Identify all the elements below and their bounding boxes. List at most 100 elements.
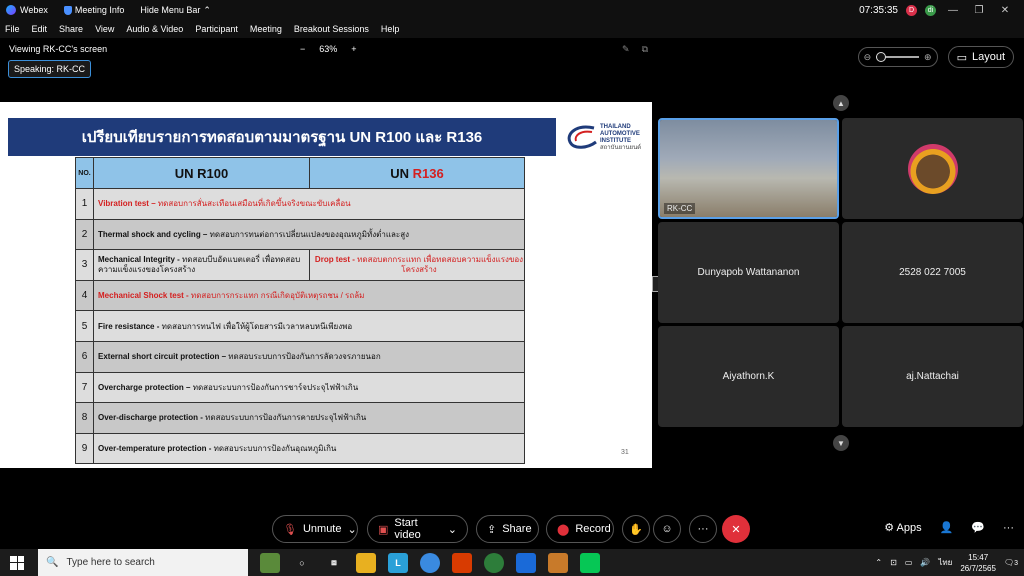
menu-bar: File Edit Share View Audio & Video Parti… — [0, 20, 1024, 38]
cortana-icon[interactable]: ○ — [292, 553, 312, 573]
chrome-icon[interactable] — [420, 552, 440, 573]
menu-share[interactable]: Share — [59, 24, 83, 34]
reactions-button[interactable]: ☺ — [653, 515, 681, 543]
speaking-indicator: Speaking: RK-CC — [8, 60, 92, 78]
menu-meeting[interactable]: Meeting — [250, 24, 282, 34]
mic-off-icon: 🎙 — [283, 523, 297, 536]
notification-icon[interactable]: 🗨3 — [1004, 558, 1018, 567]
tai-logo-text: THAILAND AUTOMOTIVE INSTITUTE สถาบันยานย… — [600, 124, 642, 151]
meeting-info-label: Meeting Info — [74, 5, 125, 15]
record-icon: ⬤ — [557, 523, 570, 536]
col-r100: UN R100 — [93, 157, 310, 189]
volume-icon[interactable]: 🔊 — [920, 558, 930, 567]
menu-participant[interactable]: Participant — [195, 24, 238, 34]
share-label: Share — [502, 523, 532, 535]
slider-knob[interactable] — [876, 52, 887, 62]
apps-button[interactable]: ⚙ Apps — [884, 521, 921, 534]
table-row: 3 Mechanical Integrity - ทดสอบบีบอัดแบตเ… — [75, 249, 525, 281]
taskbar-clock[interactable]: 15:47 26/7/2565 — [960, 552, 996, 574]
unmute-button[interactable]: 🎙 Unmute ⌄ — [272, 515, 358, 543]
menu-file[interactable]: File — [5, 24, 20, 34]
more-icon[interactable]: ··· — [1003, 522, 1014, 534]
minimize-icon[interactable]: — — [944, 5, 962, 16]
line-icon[interactable] — [580, 552, 600, 573]
avatar[interactable]: di — [925, 4, 936, 16]
video-tile[interactable] — [842, 118, 1023, 219]
titlebar-right: 07:35:35 D di — ❐ ✕ — [859, 0, 1024, 20]
start-icon[interactable] — [10, 555, 24, 570]
zoom-out-button[interactable]: − — [300, 44, 305, 54]
share-view-bar: Viewing RK-CC's screen − 63% + ✎ ⧉ — [0, 40, 656, 58]
comparison-table: NO. UN R100 UN R136 1 Vibration test – ท… — [75, 157, 525, 465]
menu-breakout[interactable]: Breakout Sessions — [294, 24, 369, 34]
meeting-timer: 07:35:35 — [859, 4, 898, 16]
record-button[interactable]: ⬤ Record — [546, 515, 614, 543]
app-icon[interactable] — [548, 552, 568, 573]
video-tile[interactable]: 2528 022 7005 — [842, 222, 1023, 323]
lightshot-icon[interactable]: L — [388, 552, 408, 573]
start-video-button[interactable]: ▣ Start video ⌄ — [367, 515, 468, 543]
tile-size-slider[interactable]: ⊖ ⊕ — [857, 47, 938, 67]
tile-name: Dunyapob Wattananon — [697, 267, 800, 278]
battery-icon[interactable]: ▭ — [905, 558, 913, 567]
layout-label: Layout — [971, 51, 1005, 63]
language-indicator[interactable]: ไทย — [938, 556, 952, 569]
table-row: 7 Overcharge protection – ทดสอบระบบการป้… — [75, 371, 525, 404]
video-tile[interactable]: Dunyapob Wattananon — [658, 222, 839, 323]
tile-name: RK-CC — [664, 203, 696, 214]
chevron-down-icon: ▼ — [837, 438, 845, 448]
webex-window: Webex Meeting Info Hide Menu Bar ⌃ 07:35… — [0, 0, 1024, 576]
annotate-icon[interactable]: ✎ — [622, 44, 630, 55]
col-no: NO. — [75, 157, 94, 189]
task-view-icon[interactable]: ⧈ — [324, 553, 344, 573]
file-explorer-icon[interactable] — [356, 552, 376, 573]
hide-menu-bar-button[interactable]: Hide Menu Bar ⌃ — [140, 5, 211, 16]
chevron-down-icon[interactable]: ⌄ — [448, 523, 457, 536]
zoom-in-icon: ⊕ — [924, 51, 932, 62]
table-header: NO. UN R100 UN R136 — [75, 157, 525, 189]
chat-icon[interactable]: 💬 — [971, 521, 985, 534]
chevron-up-icon[interactable]: ⌃ — [875, 558, 882, 567]
table-row: 6 External short circuit protection – ทด… — [75, 340, 525, 373]
avatar — [907, 143, 958, 194]
zoom-in-button[interactable]: + — [351, 44, 356, 54]
slide-title: เปรียบเทียบรายการทดสอบตามมาตรฐาน UN R100… — [8, 118, 556, 156]
menu-edit[interactable]: Edit — [32, 24, 48, 34]
shared-screen[interactable]: เปรียบเทียบรายการทดสอบตามมาตรฐาน UN R100… — [0, 102, 652, 468]
share-button[interactable]: ⇪ Share — [476, 515, 539, 543]
shield-icon — [63, 5, 72, 15]
participants-icon[interactable]: 👤 — [940, 521, 954, 534]
chevron-down-icon[interactable]: ⌄ — [348, 523, 357, 536]
restore-icon[interactable]: ❐ — [970, 5, 988, 16]
video-tile[interactable]: Aiyathorn.K — [658, 326, 839, 427]
tile-name: aj.Nattachai — [906, 371, 959, 382]
zoom-out-icon: ⊖ — [863, 51, 872, 62]
webex-taskbar-icon[interactable] — [516, 552, 536, 573]
more-options-button[interactable]: ··· — [689, 515, 717, 543]
taskbar-search[interactable]: 🔍 Type here to search — [38, 549, 248, 576]
video-tile[interactable]: aj.Nattachai — [842, 326, 1023, 427]
slide-page-number: 31 — [621, 449, 629, 456]
meeting-info-button[interactable]: Meeting Info — [63, 5, 125, 15]
scroll-down-button[interactable]: ▼ — [833, 435, 849, 451]
controls-right: ⚙ Apps 👤 💬 ··· — [884, 521, 1014, 535]
office-icon[interactable] — [452, 552, 472, 573]
raise-hand-button[interactable]: ✋ — [622, 515, 650, 543]
table-row: 9 Over-temperature protection - ทดสอบระบ… — [75, 432, 525, 465]
maps-icon[interactable] — [484, 552, 504, 573]
video-tile-active[interactable]: RK-CC — [658, 118, 839, 219]
end-call-button[interactable]: ✕ — [722, 515, 750, 543]
tai-swoosh-icon — [567, 125, 597, 149]
layout-button[interactable]: ▭ Layout — [947, 46, 1014, 68]
table-row: 1 Vibration test – ทดสอบการสั่นสะเทือนเส… — [75, 188, 525, 220]
menu-audio-video[interactable]: Audio & Video — [126, 24, 183, 34]
search-highlight-icon[interactable] — [260, 552, 280, 573]
network-icon[interactable]: ⊡ — [890, 558, 897, 567]
close-icon[interactable]: ✕ — [996, 5, 1014, 16]
menu-view[interactable]: View — [95, 24, 114, 34]
scroll-up-button[interactable]: ▲ — [833, 95, 849, 111]
menu-help[interactable]: Help — [381, 24, 400, 34]
popout-icon[interactable]: ⧉ — [642, 44, 648, 55]
speaking-label: Speaking: RK-CC — [14, 64, 86, 74]
video-off-icon: ▣ — [378, 523, 389, 536]
